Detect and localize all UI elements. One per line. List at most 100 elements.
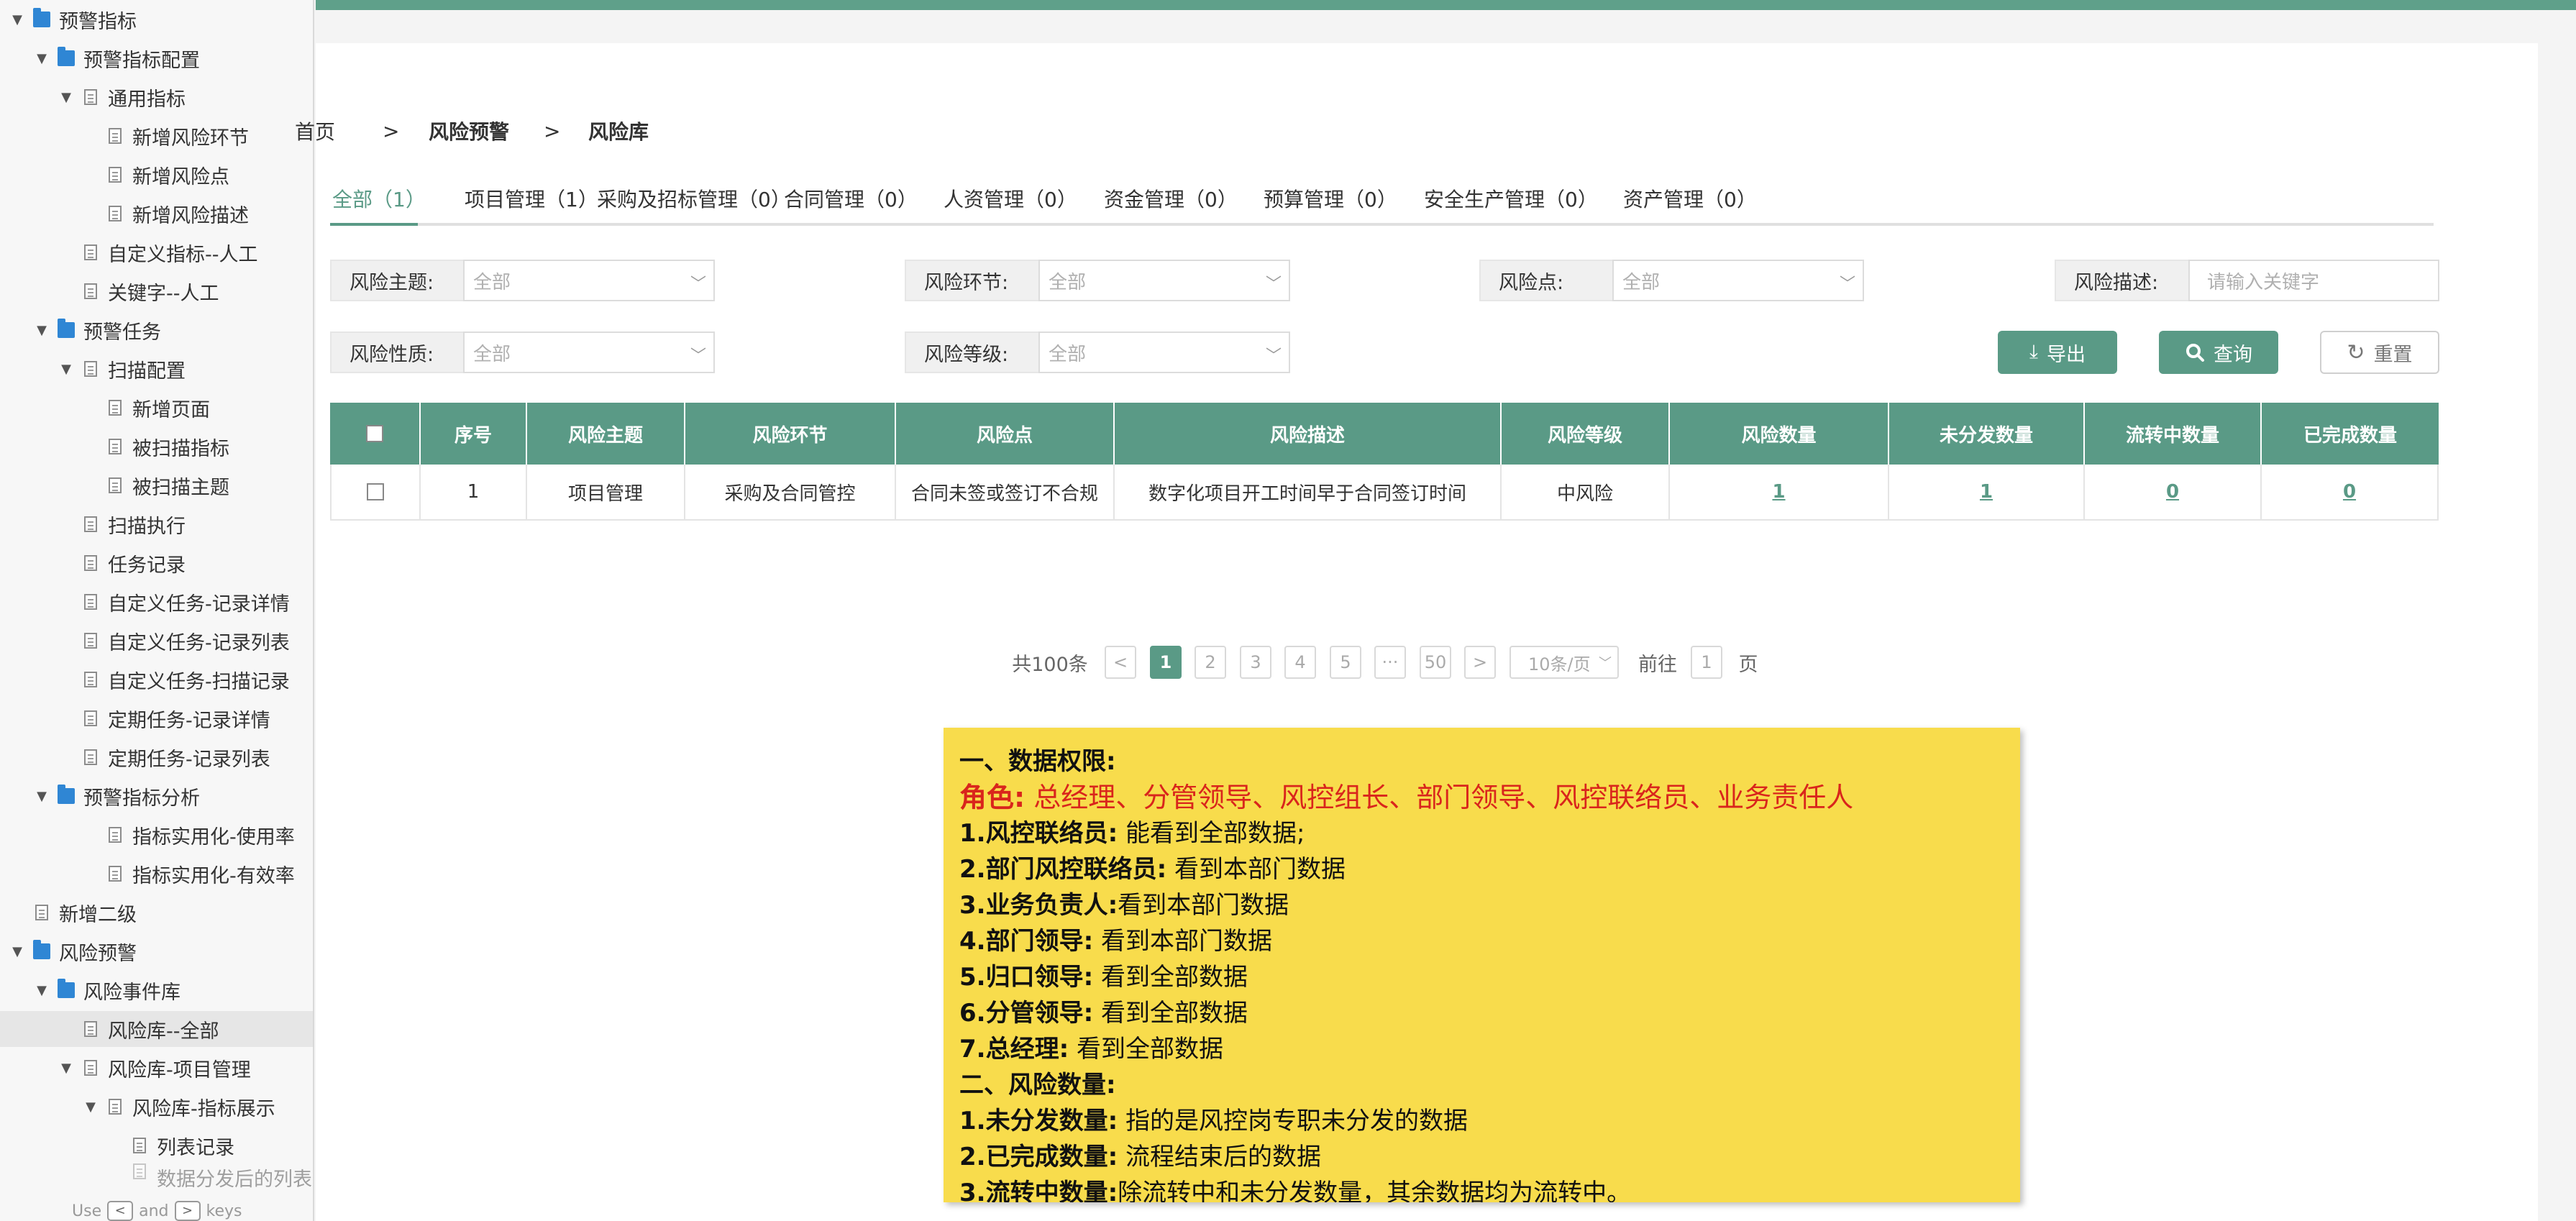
tree-item-list-records[interactable]: 列表记录 (0, 1128, 313, 1163)
next-page-button[interactable]: > (1464, 646, 1496, 679)
tree-item-risk-lib-indicator[interactable]: ▼ 风险库-指标展示 (0, 1089, 313, 1125)
caret-down-icon[interactable]: ▼ (33, 323, 50, 338)
table-row: 1 项目管理 采购及合同管控 合同未签或签订不合规 数字化项目开工时间早于合同签… (330, 465, 2439, 521)
tree-item-scanned-themes[interactable]: 被扫描主题 (0, 467, 313, 503)
query-button[interactable]: 查询 (2159, 331, 2278, 374)
tree-item-scan-config[interactable]: ▼ 扫描配置 (0, 351, 313, 387)
page-button-3[interactable]: 3 (1240, 646, 1271, 679)
tree-item-add-risk-link[interactable]: 新增风险环节 (0, 118, 313, 154)
tree-item-warning-indicators[interactable]: ▼ 预警指标 (0, 1, 313, 37)
page-button-50[interactable]: 50 (1420, 646, 1451, 679)
tree-item-task-records[interactable]: 任务记录 (0, 545, 313, 581)
risk-count-link[interactable]: 1 (1670, 465, 1889, 519)
column-header: 已完成数量 (2303, 424, 2397, 447)
tree-item-label: 风险库-项目管理 (108, 1058, 251, 1081)
tab-budget[interactable]: 预算管理（0） (1264, 184, 1397, 220)
prev-page-button[interactable]: < (1105, 646, 1136, 679)
breadcrumb-home[interactable]: 首页 (295, 116, 335, 145)
reset-button[interactable]: ↻ 重置 (2320, 331, 2439, 374)
caret-down-icon[interactable]: ▼ (82, 1099, 99, 1115)
link-select[interactable]: 全部 ﹀ (1038, 260, 1290, 301)
tree-item-risk-lib-project[interactable]: ▼ 风险库-项目管理 (0, 1050, 313, 1086)
nature-select[interactable]: 全部 ﹀ (463, 331, 715, 373)
in-flow-count-link[interactable]: 0 (2085, 465, 2262, 519)
tree-item-periodic-task-list[interactable]: 定期任务-记录列表 (0, 739, 313, 775)
tree-item-keyword[interactable]: 关键字--人工 (0, 273, 313, 309)
select-all-checkbox[interactable] (366, 425, 383, 442)
tree-item-warning-tasks[interactable]: ▼ 预警任务 (0, 312, 313, 348)
tab-project[interactable]: 项目管理（1） (465, 184, 598, 220)
filter-label-link: 风险环节: (905, 260, 1038, 301)
tree-item-custom-task-scan[interactable]: 自定义任务-扫描记录 (0, 662, 313, 698)
undistributed-count-link[interactable]: 1 (1889, 465, 2085, 519)
document-icon (84, 283, 97, 299)
tree-item-label: 预警任务 (83, 321, 161, 344)
caret-down-icon[interactable]: ▼ (33, 51, 50, 66)
tab-contract[interactable]: 合同管理（0） (784, 184, 918, 220)
caret-down-icon[interactable]: ▼ (33, 789, 50, 804)
level-select[interactable]: 全部 ﹀ (1038, 331, 1290, 373)
tree-item-distributed-list[interactable]: 数据分发后的列表 (0, 1163, 313, 1188)
breadcrumb-risk-warning[interactable]: 风险预警 (429, 116, 509, 145)
tree-item-add-level2[interactable]: 新增二级 (0, 895, 313, 930)
point-select[interactable]: 全部 ﹀ (1612, 260, 1864, 301)
select-value: 全部 (473, 271, 511, 293)
tab-safety[interactable]: 安全生产管理（0） (1424, 184, 1598, 220)
caret-down-icon[interactable]: ▼ (9, 944, 26, 959)
breadcrumb-separator: > (544, 119, 561, 143)
caret-down-icon[interactable]: ▼ (9, 12, 26, 27)
caret-down-icon[interactable]: ▼ (58, 1061, 75, 1076)
tab-hr[interactable]: 人资管理（0） (944, 184, 1077, 220)
document-icon (84, 516, 97, 532)
tab-assets[interactable]: 资产管理（0） (1623, 184, 1757, 220)
note-line: 6.分管领导: 看到全部数据 (959, 999, 1248, 1028)
page-button-2[interactable]: 2 (1195, 646, 1226, 679)
tree-item-usage-rate[interactable]: 指标实用化-使用率 (0, 817, 313, 853)
cell-link: 采购及合同管控 (685, 465, 896, 519)
tree-item-add-page[interactable]: 新增页面 (0, 390, 313, 426)
page-button-5[interactable]: 5 (1330, 646, 1361, 679)
tree-item-general-indicators[interactable]: ▼ 通用指标 (0, 79, 313, 115)
caret-down-icon[interactable]: ▼ (58, 90, 75, 105)
page-button-1[interactable]: 1 (1150, 646, 1182, 679)
page-ellipsis[interactable]: ··· (1374, 646, 1406, 679)
tree-item-label: 被扫描指标 (132, 437, 229, 460)
tree-item-label: 通用指标 (108, 88, 186, 111)
tree-item-add-risk-point[interactable]: 新增风险点 (0, 157, 313, 193)
goto-page-input[interactable]: 1 (1691, 646, 1722, 679)
tree-item-custom-task-list[interactable]: 自定义任务-记录列表 (0, 623, 313, 659)
tab-procurement[interactable]: 采购及招标管理（0） (597, 184, 791, 220)
caret-down-icon[interactable]: ▼ (33, 983, 50, 998)
document-icon (109, 167, 122, 183)
tree-item-periodic-task-detail[interactable]: 定期任务-记录详情 (0, 700, 313, 736)
tree-item-risk-warning[interactable]: ▼ 风险预警 (0, 933, 313, 969)
tree-item-indicator-analysis[interactable]: ▼ 预警指标分析 (0, 778, 313, 814)
column-header: 风险环节 (685, 403, 896, 465)
row-checkbox[interactable] (367, 483, 384, 500)
category-tabs: 全部（1） 项目管理（1） 采购及招标管理（0） 合同管理（0） 人资管理（0）… (330, 181, 2434, 226)
page-size-select[interactable]: 10条/页 ﹀ (1509, 646, 1619, 679)
document-icon (109, 206, 122, 221)
tab-funds[interactable]: 资金管理（0） (1104, 184, 1238, 220)
tree-item-custom-indicator[interactable]: 自定义指标--人工 (0, 234, 313, 270)
caret-down-icon[interactable]: ▼ (58, 362, 75, 377)
theme-select[interactable]: 全部 ﹀ (463, 260, 715, 301)
tab-all[interactable]: 全部（1） (332, 184, 426, 220)
tree-item-effective-rate[interactable]: 指标实用化-有效率 (0, 856, 313, 892)
tree-item-scanned-indicators[interactable]: 被扫描指标 (0, 429, 313, 465)
tree-item-risk-event-lib[interactable]: ▼ 风险事件库 (0, 972, 313, 1008)
folder-icon (33, 8, 50, 27)
tree-item-scan-execute[interactable]: 扫描执行 (0, 506, 313, 542)
tree-item-indicator-config[interactable]: ▼ 预警指标配置 (0, 40, 313, 76)
tree-item-risk-lib-all[interactable]: 风险库--全部 (0, 1011, 313, 1047)
chevron-down-icon: ﹀ (1839, 275, 1855, 293)
query-button-label: 查询 (2214, 343, 2252, 366)
completed-count-link[interactable]: 0 (2262, 465, 2439, 519)
note-roles-line: 角色: 总经理、分管领导、风控组长、部门领导、风控联络员、业务责任人 (959, 782, 1854, 813)
tree-item-custom-task-detail[interactable]: 自定义任务-记录详情 (0, 584, 313, 620)
document-icon (109, 477, 122, 493)
export-button[interactable]: ⤓ 导出 (1998, 331, 2117, 374)
desc-search-input[interactable]: 请输入关键字 (2188, 260, 2439, 301)
tree-item-add-risk-desc[interactable]: 新增风险描述 (0, 196, 313, 232)
page-button-4[interactable]: 4 (1284, 646, 1316, 679)
